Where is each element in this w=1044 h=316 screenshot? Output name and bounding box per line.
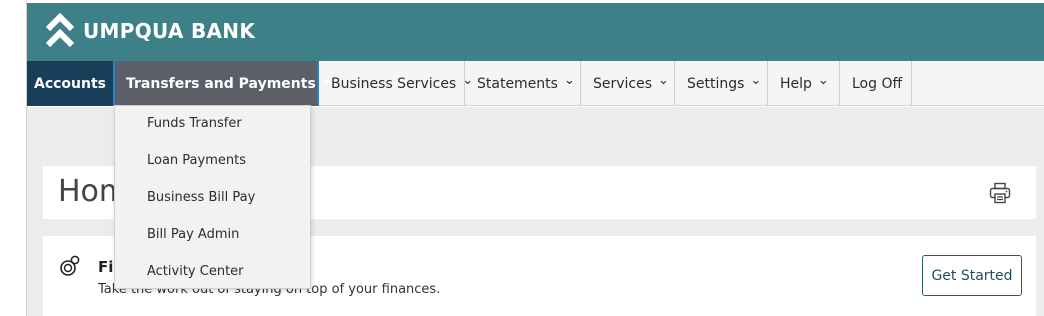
umpqua-logo-icon xyxy=(45,13,75,48)
nav-help-label: Help xyxy=(780,75,812,92)
main-nav: Accounts Transfers and Payments ⌃ Busine… xyxy=(27,61,1044,106)
nav-accounts-label: Accounts xyxy=(33,75,106,92)
menu-item-funds-transfer[interactable]: Funds Transfer xyxy=(147,116,242,131)
chevron-up-icon: ⌃ xyxy=(321,78,333,93)
nav-business-services[interactable]: Business Services ⌄ xyxy=(319,61,473,106)
nav-transfers-label: Transfers and Payments xyxy=(126,75,316,92)
get-started-button[interactable]: Get Started xyxy=(922,255,1022,296)
nav-statements[interactable]: Statements ⌄ xyxy=(465,61,581,106)
nav-settings-label: Settings xyxy=(687,75,745,92)
chevron-down-icon: ⌄ xyxy=(658,73,669,88)
nav-log-off-label: Log Off xyxy=(852,75,903,92)
coins-icon xyxy=(59,255,81,282)
nav-accounts[interactable]: Accounts xyxy=(27,61,113,106)
nav-statements-label: Statements xyxy=(477,75,558,92)
menu-item-loan-payments[interactable]: Loan Payments xyxy=(147,153,246,168)
menu-item-business-bill-pay[interactable]: Business Bill Pay xyxy=(147,190,255,205)
menu-item-activity-center[interactable]: Activity Center xyxy=(147,264,244,279)
nav-settings[interactable]: Settings ⌄ xyxy=(675,61,768,106)
menu-item-bill-pay-admin[interactable]: Bill Pay Admin xyxy=(147,227,239,242)
printer-icon-svg xyxy=(989,182,1011,204)
bank-logo[interactable]: UMPQUA BANK xyxy=(45,13,255,49)
chevron-down-icon: ⌄ xyxy=(750,73,762,88)
transfers-dropdown-menu: Funds Transfer Loan Payments Business Bi… xyxy=(114,105,311,289)
nav-transfers-and-payments[interactable]: Transfers and Payments ⌃ xyxy=(113,61,333,106)
bank-name: UMPQUA BANK xyxy=(83,19,256,43)
printer-icon[interactable] xyxy=(988,181,1012,205)
nav-services-label: Services xyxy=(593,75,653,92)
nav-log-off[interactable]: Log Off xyxy=(840,61,912,106)
nav-help[interactable]: Help ⌄ xyxy=(768,61,840,106)
chevron-down-icon: ⌄ xyxy=(462,73,474,88)
chevron-down-icon: ⌄ xyxy=(563,73,575,88)
nav-business-services-label: Business Services xyxy=(331,75,457,92)
coins-icon-svg xyxy=(60,255,80,276)
finances-card-title: Fi xyxy=(98,258,114,276)
nav-services[interactable]: Services ⌄ xyxy=(581,61,675,106)
app-header: UMPQUA BANK xyxy=(27,3,1044,61)
chevron-down-icon: ⌄ xyxy=(817,73,829,88)
